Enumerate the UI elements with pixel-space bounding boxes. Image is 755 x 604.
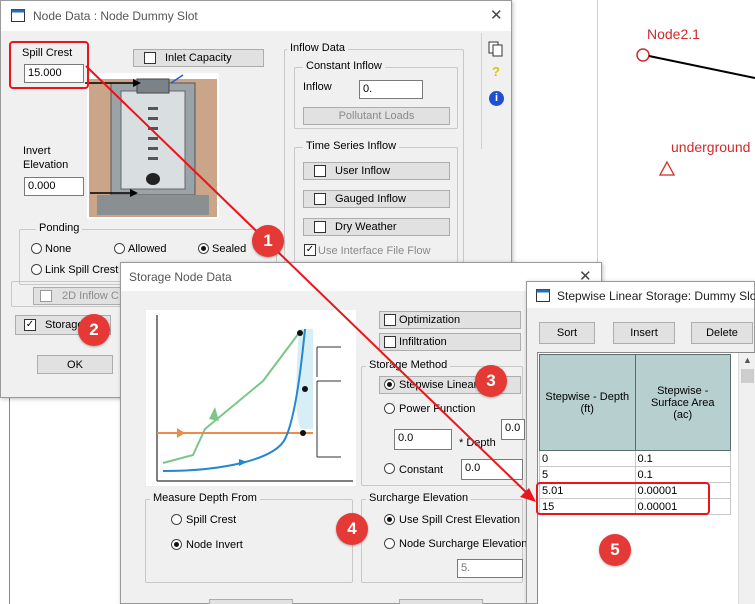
step-badge-5: 5 — [599, 534, 631, 566]
step-badge-1: 1 — [252, 225, 284, 257]
annotation-arrow — [85, 65, 536, 502]
step-badge-3: 3 — [475, 365, 507, 397]
step-badge-4: 4 — [336, 513, 368, 545]
step-badge-2: 2 — [78, 314, 110, 346]
